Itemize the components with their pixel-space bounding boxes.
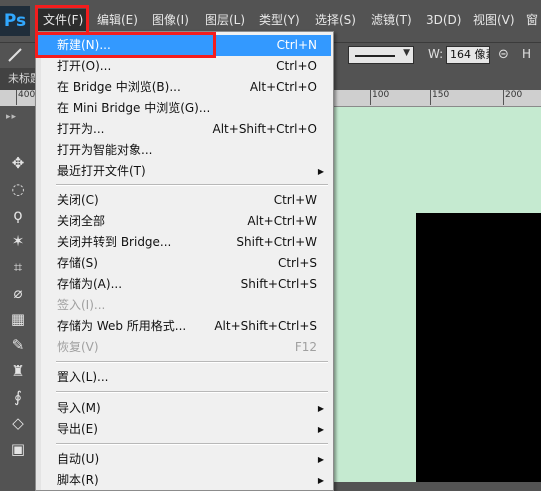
menu-3d[interactable]: 3D(D): [426, 11, 461, 29]
menu-separator: [56, 184, 328, 186]
width-label: W:: [428, 47, 444, 61]
move-tool-icon[interactable]: ✥: [6, 152, 30, 174]
menu-separator: [56, 391, 328, 393]
chevron-right-icon: ▶: [317, 404, 324, 413]
menu-item-export[interactable]: 导出(E) ▶: [38, 419, 331, 440]
chevron-down-icon: ▼: [403, 48, 410, 58]
magic-wand-icon[interactable]: ✶: [6, 230, 30, 252]
menu-window[interactable]: 窗: [526, 11, 538, 29]
lasso-tool-icon[interactable]: ϙ: [6, 204, 30, 226]
gradient-tool-icon[interactable]: ▣: [6, 438, 30, 460]
menu-item-import[interactable]: 导入(M) ▶: [38, 398, 331, 419]
healing-brush-icon[interactable]: ▦: [6, 308, 30, 330]
menu-item-open-as-smart-object[interactable]: 打开为智能对象...: [38, 140, 331, 161]
brush-tool-icon[interactable]: ✎: [6, 334, 30, 356]
menu-item-scripts[interactable]: 脚本(R) ▶: [38, 470, 331, 491]
document-tab[interactable]: 未标题-1: [0, 68, 40, 90]
menu-item-revert: 恢复(V) F12: [57, 340, 317, 354]
menu-separator: [56, 361, 328, 363]
menu-item-close[interactable]: 关闭(C) Ctrl+W: [38, 190, 331, 211]
menu-item-browse-mini-bridge[interactable]: 在 Mini Bridge 中浏览(G)...: [38, 98, 331, 119]
menu-item-open-recent[interactable]: 最近打开文件(T) ▶: [38, 161, 331, 182]
marquee-tool-icon[interactable]: ◌: [6, 178, 30, 200]
menu-type[interactable]: 类型(Y): [259, 11, 300, 29]
chevron-right-icon: ▶: [317, 455, 324, 464]
menu-select[interactable]: 选择(S): [315, 11, 356, 29]
new-item-annotation-box: [35, 32, 216, 58]
file-menu-dropdown: 新建(N)... Ctrl+N 打开(O)... Ctrl+O 在 Bridge…: [35, 31, 334, 491]
chevron-right-icon: ▶: [317, 167, 324, 176]
menu-item-automate[interactable]: 自动(U) ▶: [38, 449, 331, 470]
file-menu-annotation-box: [35, 5, 89, 35]
ruler-tick: 150: [429, 90, 450, 105]
tool-preset-picker[interactable]: [6, 46, 26, 64]
menu-item-close-all[interactable]: 关闭全部 Alt+Ctrl+W: [38, 211, 331, 232]
link-icon[interactable]: ⊝: [498, 47, 509, 62]
width-field[interactable]: 164 像素: [446, 46, 490, 64]
eyedropper-icon[interactable]: ⌀: [6, 282, 30, 304]
crop-tool-icon[interactable]: ⌗: [6, 256, 30, 278]
menu-item-save[interactable]: 存储(S) Ctrl+S: [38, 253, 331, 274]
history-brush-icon[interactable]: ∮: [6, 386, 30, 408]
menu-item-close-go-bridge[interactable]: 关闭并转到 Bridge... Shift+Ctrl+W: [38, 232, 331, 253]
menu-separator: [56, 443, 328, 445]
menu-view[interactable]: 视图(V): [473, 11, 515, 29]
height-label: H: [522, 47, 532, 61]
chevron-right-icon: ▶: [317, 425, 324, 434]
tools-panel: ▸▸ ✥ ◌ ϙ ✶ ⌗ ⌀ ▦ ✎ ♜ ∮ ◇ ▣: [0, 106, 37, 482]
ruler-tick: 200: [502, 90, 523, 105]
ruler-tick: 100: [369, 90, 390, 105]
stroke-preview: [355, 55, 395, 57]
menu-image[interactable]: 图像(I): [152, 11, 189, 29]
ruler-tick: 400: [15, 90, 36, 105]
menu-item-check-in: 签入(I)...: [57, 298, 106, 312]
line-tool-icon: [8, 48, 22, 62]
panel-grip-icon[interactable]: ▸▸: [6, 112, 17, 122]
clone-stamp-icon[interactable]: ♜: [6, 360, 30, 382]
menu-layer[interactable]: 图层(L): [205, 11, 245, 29]
menu-item-open[interactable]: 打开(O)... Ctrl+O: [38, 56, 331, 77]
menu-filter[interactable]: 滤镜(T): [371, 11, 412, 29]
menu-item-open-as[interactable]: 打开为... Alt+Shift+Ctrl+O: [38, 119, 331, 140]
menu-item-place[interactable]: 置入(L)...: [38, 367, 331, 388]
chevron-right-icon: ▶: [317, 476, 324, 485]
menu-item-save-as[interactable]: 存储为(A)... Shift+Ctrl+S: [38, 274, 331, 295]
eraser-tool-icon[interactable]: ◇: [6, 412, 30, 434]
menu-item-save-for-web[interactable]: 存储为 Web 所用格式... Alt+Shift+Ctrl+S: [38, 316, 331, 337]
photoshop-logo: Ps: [0, 6, 30, 36]
menu-edit[interactable]: 编辑(E): [97, 11, 138, 29]
stroke-type-select[interactable]: ▼: [348, 46, 414, 64]
menu-item-browse-bridge[interactable]: 在 Bridge 中浏览(B)... Alt+Ctrl+O: [38, 77, 331, 98]
black-rectangle-layer[interactable]: [416, 213, 541, 482]
